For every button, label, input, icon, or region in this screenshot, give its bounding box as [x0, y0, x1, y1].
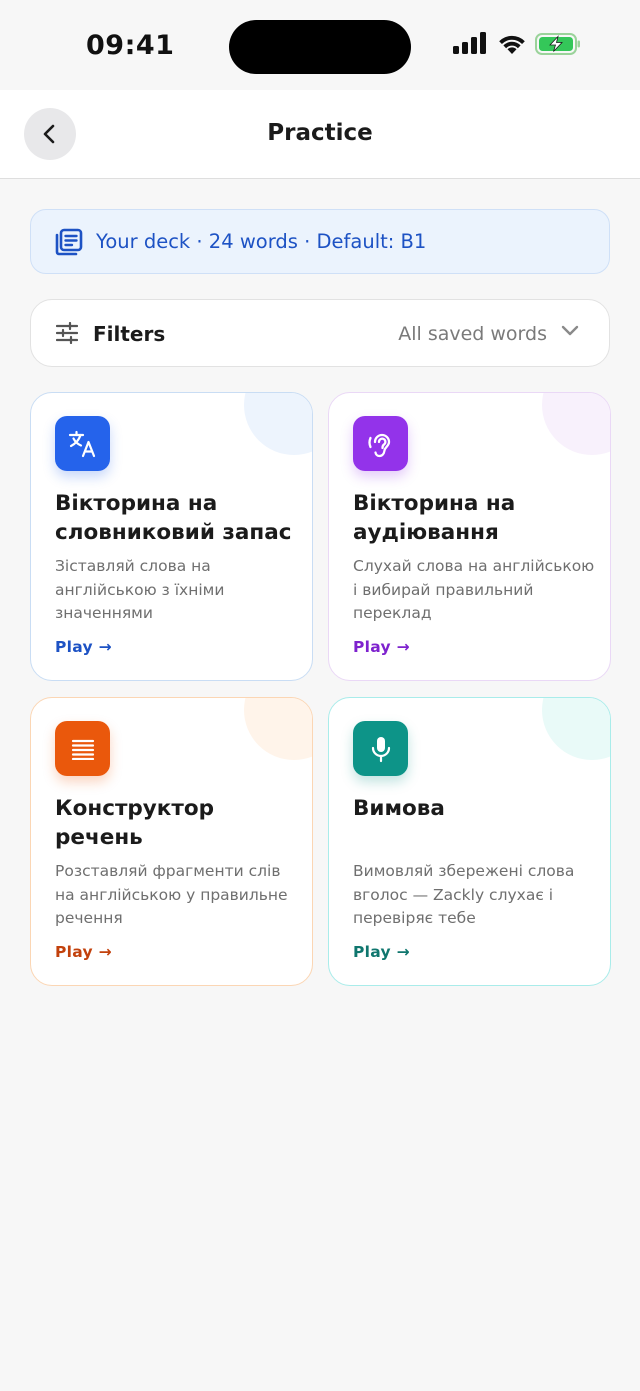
page-title: Practice — [267, 120, 373, 146]
wifi-icon — [499, 35, 525, 54]
card-title: Вікторина на словниковий запас — [55, 491, 292, 545]
filters-label: Filters — [93, 322, 166, 346]
card-title: Конструктор речень — [55, 796, 215, 850]
card-description: Вимовляй збережені слова вголос — Zackly… — [353, 862, 575, 927]
play-link[interactable]: Play → — [353, 638, 410, 656]
sentence-builder-card[interactable]: Конструктор речень Розставляй фрагменти … — [30, 697, 313, 986]
lines-icon — [55, 721, 110, 776]
decorative-circle — [542, 698, 610, 760]
play-link[interactable]: Play → — [55, 943, 112, 961]
deck-info-banner: Your deck · 24 words · Default: B1 — [30, 209, 610, 274]
header: Practice — [0, 90, 640, 179]
play-link[interactable]: Play → — [55, 638, 112, 656]
listening-quiz-card[interactable]: Вікторина на аудіювання Слухай слова на … — [328, 392, 611, 681]
card-description: Розставляй фрагменти слів на англійською… — [55, 862, 288, 927]
pronunciation-card[interactable]: Вимова Вимовляй збережені слова вголос —… — [328, 697, 611, 986]
deck-list-icon — [55, 228, 83, 256]
decorative-circle — [244, 698, 312, 760]
decorative-circle — [542, 393, 610, 455]
microphone-icon — [353, 721, 408, 776]
filters-dropdown[interactable]: Filters All saved words — [30, 299, 610, 367]
status-bar: 09:41 — [0, 0, 640, 90]
sliders-icon — [56, 322, 78, 344]
card-description: Зіставляй слова на англійською з їхніми … — [55, 557, 225, 622]
deck-info-text: Your deck · 24 words · Default: B1 — [96, 230, 427, 253]
ear-icon — [353, 416, 408, 471]
decorative-circle — [244, 393, 312, 455]
filters-selected-value: All saved words — [398, 323, 547, 345]
vocab-quiz-card[interactable]: Вікторина на словниковий запас Зіставляй… — [30, 392, 313, 681]
translate-icon — [55, 416, 110, 471]
play-link[interactable]: Play → — [353, 943, 410, 961]
chevron-down-icon — [561, 325, 579, 336]
signal-icon — [453, 32, 486, 54]
card-description: Слухай слова на англійською і вибирай пр… — [353, 557, 595, 622]
card-title: Вікторина на аудіювання — [353, 491, 516, 545]
status-time: 09:41 — [86, 30, 175, 61]
dynamic-island — [229, 20, 411, 74]
card-title: Вимова — [353, 796, 445, 821]
battery-charging-icon — [535, 33, 580, 55]
